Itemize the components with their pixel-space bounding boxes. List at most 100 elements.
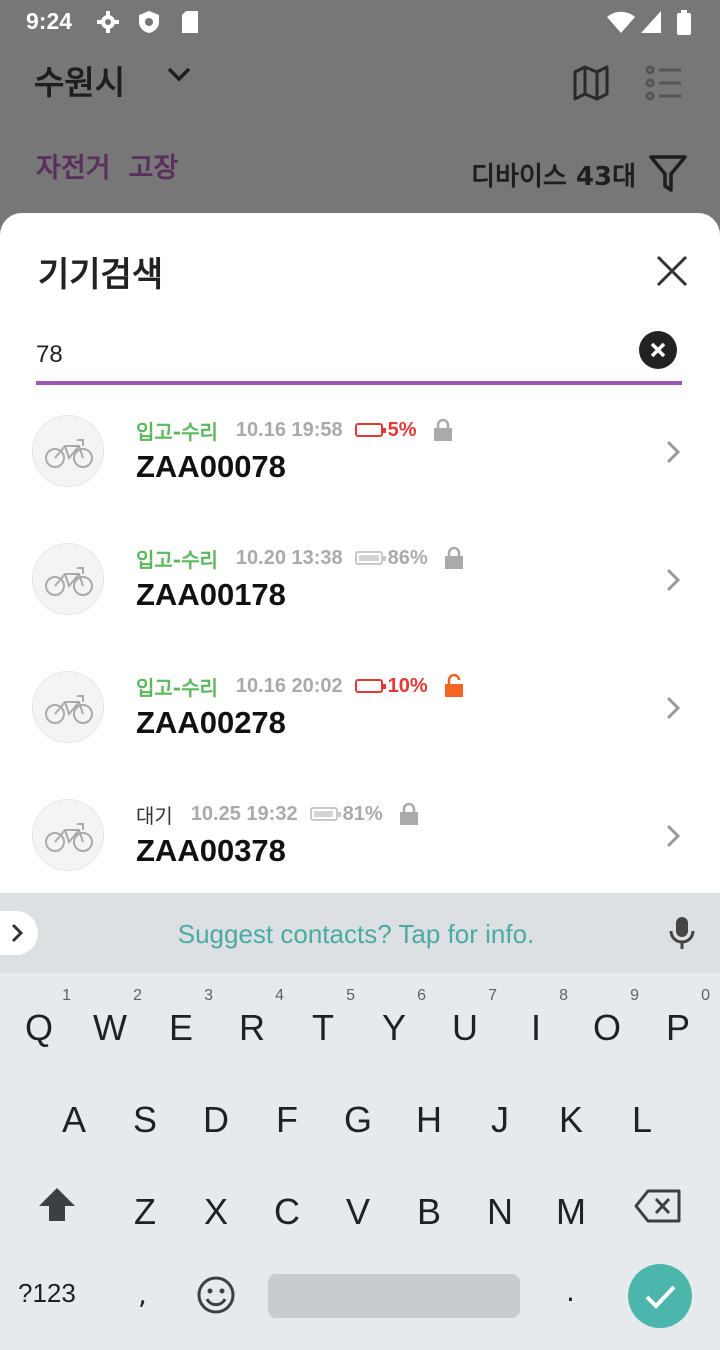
clear-search-button[interactable] — [639, 331, 677, 369]
key-r[interactable]: R4 — [220, 985, 284, 1065]
space-key[interactable] — [268, 1274, 520, 1318]
keyboard: Suggest contacts? Tap for info. Q1W2E3R4… — [0, 893, 720, 1350]
chevron-right-icon — [666, 696, 681, 720]
key-label: F — [276, 1099, 298, 1140]
key-v[interactable]: V — [326, 1169, 390, 1249]
clear-icon — [650, 342, 666, 358]
battery-status-icon — [677, 10, 691, 35]
device-status: 입고-수리 — [136, 419, 218, 444]
key-n[interactable]: N — [468, 1169, 532, 1249]
device-row[interactable]: 입고-수리 10.20 13:38 86% ZAA00178 — [0, 543, 720, 671]
key-label: E — [168, 1007, 193, 1048]
device-row[interactable]: 대기 10.25 19:32 81% ZAA00378 — [0, 799, 720, 893]
key-l[interactable]: L — [610, 1077, 674, 1157]
key-label: B — [416, 1191, 441, 1232]
key-o[interactable]: O9 — [575, 985, 639, 1065]
settings-icon — [97, 11, 119, 33]
key-t[interactable]: T5 — [291, 985, 355, 1065]
key-p[interactable]: P0 — [646, 985, 710, 1065]
key-x[interactable]: X — [184, 1169, 248, 1249]
filter-icon[interactable] — [649, 154, 687, 194]
key-label: A — [61, 1099, 86, 1140]
row-meta: 대기 10.25 19:32 81% — [136, 799, 419, 829]
key-c[interactable]: C — [255, 1169, 319, 1249]
city-title[interactable]: 수원시 — [34, 56, 125, 104]
key-label: L — [631, 1099, 653, 1140]
key-w[interactable]: W2 — [78, 985, 142, 1065]
search-input[interactable] — [36, 335, 616, 375]
symbols-key[interactable]: ?123 — [18, 1278, 76, 1309]
bicycle-avatar — [32, 799, 104, 871]
key-label: W — [93, 1007, 127, 1048]
wifi-icon — [607, 11, 635, 33]
key-k[interactable]: K — [539, 1077, 603, 1157]
tab-broken[interactable]: 고장 — [129, 153, 179, 184]
bicycle-icon — [45, 439, 93, 468]
device-row[interactable]: 입고-수리 10.16 20:02 10% ZAA00278 — [0, 671, 720, 799]
key-b[interactable]: B — [397, 1169, 461, 1249]
key-label: K — [558, 1099, 583, 1140]
bicycle-icon — [45, 567, 93, 596]
battery-icon — [309, 807, 341, 821]
search-field[interactable] — [36, 329, 682, 385]
period-key[interactable]: . — [566, 1275, 575, 1308]
key-d[interactable]: D — [184, 1077, 248, 1157]
lock-icon — [433, 418, 452, 441]
key-label: S — [132, 1099, 157, 1140]
shift-key[interactable] — [36, 1185, 78, 1225]
mic-icon[interactable] — [668, 915, 696, 951]
key-label: H — [416, 1099, 442, 1140]
key-u[interactable]: U7 — [433, 985, 497, 1065]
key-label: X — [203, 1191, 228, 1232]
comma-key[interactable]: , — [138, 1278, 147, 1311]
bicycle-icon — [45, 823, 93, 852]
battery-percent: 86% — [387, 546, 428, 569]
signal-icon — [641, 11, 661, 33]
key-label: Z — [134, 1191, 156, 1232]
device-count: 디바이스 43대 — [471, 162, 636, 192]
key-e[interactable]: E3 — [149, 985, 213, 1065]
key-i[interactable]: I8 — [504, 985, 568, 1065]
close-button[interactable] — [650, 249, 694, 293]
device-id: ZAA00178 — [136, 577, 286, 612]
key-label: I — [530, 1007, 541, 1048]
key-f[interactable]: F — [255, 1077, 319, 1157]
chevron-down-icon[interactable] — [166, 64, 192, 84]
key-label: C — [274, 1191, 300, 1232]
tab-bicycle[interactable]: 자전거 — [36, 153, 111, 184]
bicycle-avatar — [32, 543, 104, 615]
key-label: O — [592, 1007, 621, 1048]
lock-icon — [399, 802, 418, 825]
bicycle-avatar — [32, 415, 104, 487]
battery-icon — [354, 551, 386, 565]
key-j[interactable]: J — [468, 1077, 532, 1157]
emoji-key[interactable] — [196, 1275, 236, 1315]
checkmark-icon — [645, 1285, 676, 1309]
key-label: M — [556, 1191, 586, 1232]
battery-icon — [354, 423, 386, 437]
key-q[interactable]: Q1 — [7, 985, 71, 1065]
battery-percent: 81% — [342, 802, 383, 825]
list-icon[interactable] — [645, 64, 683, 102]
key-label: R — [239, 1007, 265, 1048]
enter-key[interactable] — [628, 1264, 692, 1328]
key-h[interactable]: H — [397, 1077, 461, 1157]
key-hint: 5 — [346, 987, 355, 1004]
key-label: D — [203, 1099, 229, 1140]
key-y[interactable]: Y6 — [362, 985, 426, 1065]
key-z[interactable]: Z — [113, 1169, 177, 1249]
suggestion-text[interactable]: Suggest contacts? Tap for info. — [0, 919, 712, 950]
backspace-key[interactable] — [634, 1189, 682, 1223]
sd-card-icon — [182, 11, 198, 33]
map-icon[interactable] — [572, 64, 610, 102]
key-hint: 3 — [204, 987, 213, 1004]
unlock-icon — [444, 674, 463, 697]
device-row[interactable]: 입고-수리 10.16 19:58 5% ZAA00078 — [0, 415, 720, 543]
battery-percent: 5% — [387, 418, 417, 441]
key-s[interactable]: S — [113, 1077, 177, 1157]
key-hint: 1 — [62, 987, 71, 1004]
key-a[interactable]: A — [42, 1077, 106, 1157]
key-g[interactable]: G — [326, 1077, 390, 1157]
key-m[interactable]: M — [539, 1169, 603, 1249]
row-meta: 입고-수리 10.16 20:02 10% — [136, 671, 464, 701]
